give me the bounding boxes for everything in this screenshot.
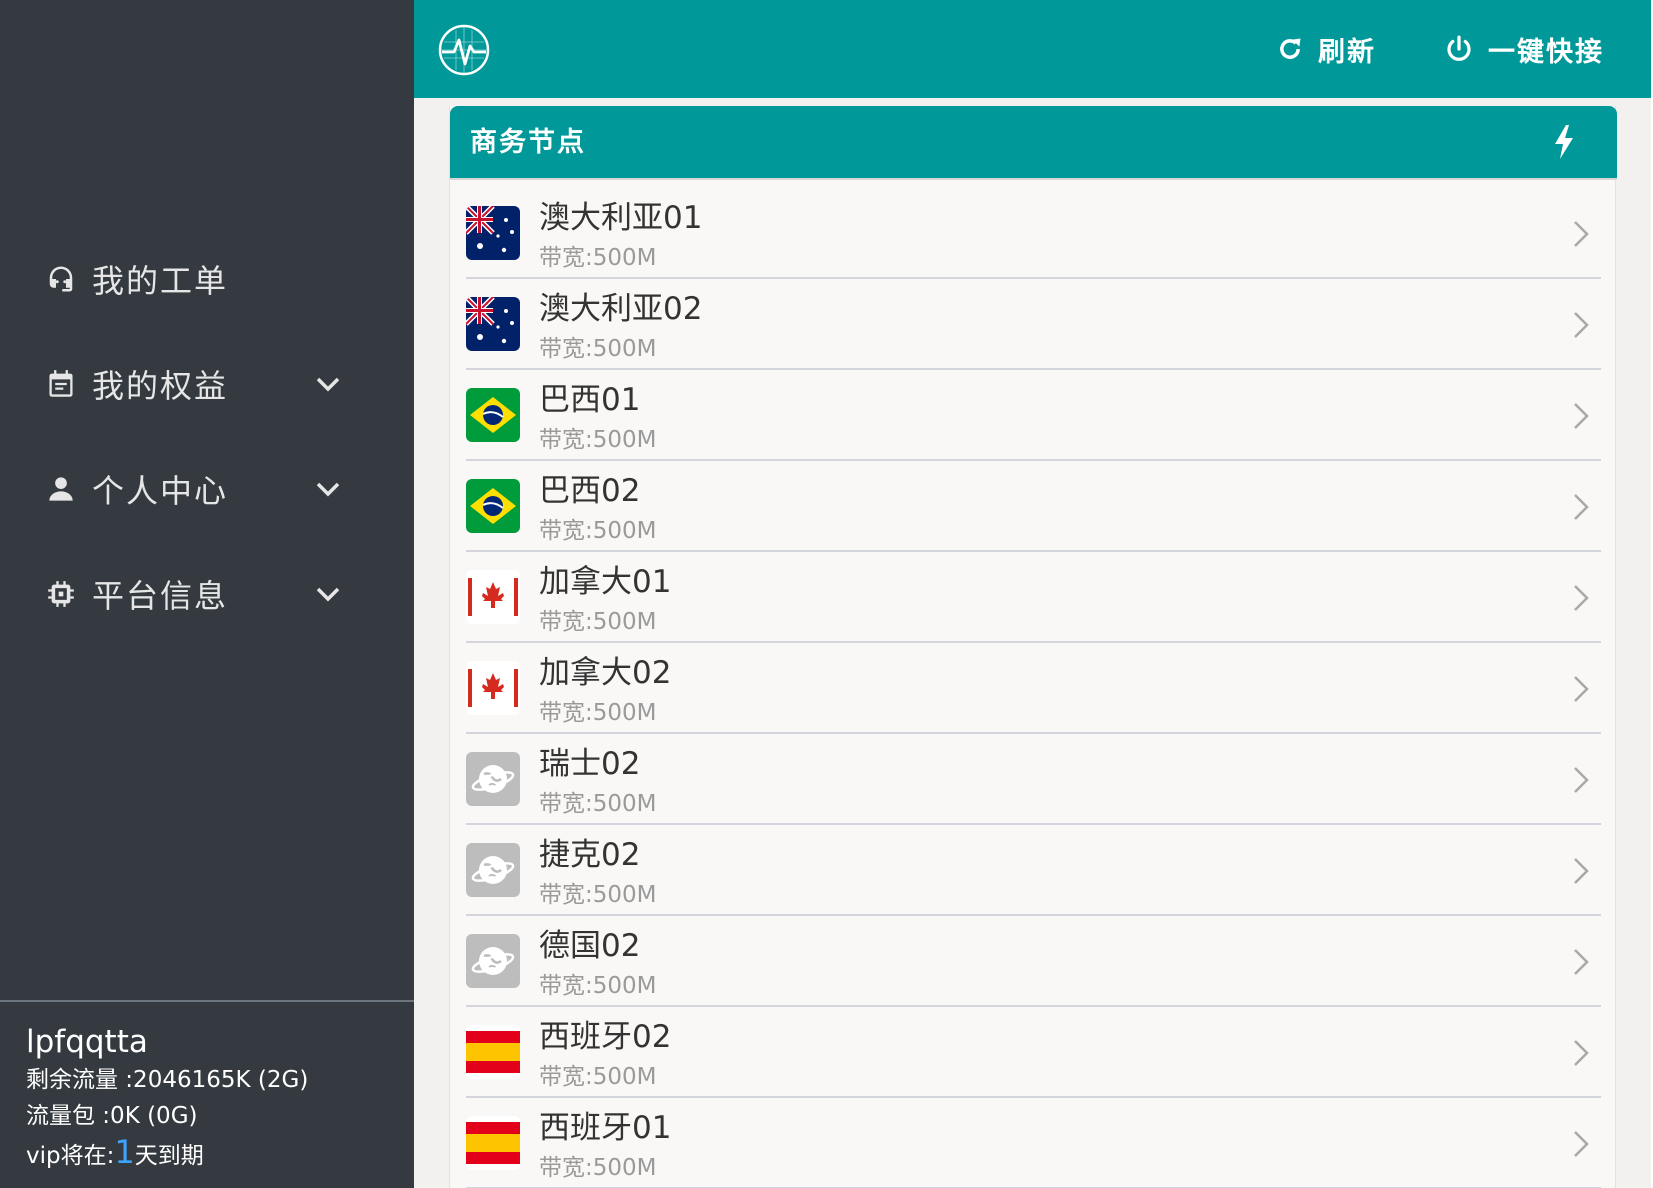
node-bandwidth: 带宽:500M bbox=[539, 609, 657, 635]
node-bandwidth: 带宽:500M bbox=[539, 973, 657, 999]
sidebar-item-benefits[interactable]: 我的权益 bbox=[0, 331, 414, 436]
list-item[interactable]: 加拿大02 带宽:500M bbox=[466, 643, 1601, 734]
lightning-icon[interactable] bbox=[1552, 124, 1576, 160]
node-name: 澳大利亚02 bbox=[539, 291, 703, 327]
sidebar-item-platform[interactable]: 平台信息 bbox=[0, 541, 414, 646]
refresh-button[interactable]: 刷新 bbox=[1276, 0, 1376, 98]
node-name: 瑞士02 bbox=[539, 746, 641, 782]
globe-placeholder-icon bbox=[466, 934, 520, 988]
list-item[interactable]: 澳大利亚02 带宽:500M bbox=[466, 279, 1601, 370]
chevron-right-icon bbox=[1574, 949, 1589, 975]
chevron-right-icon bbox=[1574, 1040, 1589, 1066]
chevron-right-icon bbox=[1574, 585, 1589, 611]
canada-flag-icon bbox=[466, 570, 520, 624]
node-name: 加拿大02 bbox=[539, 655, 672, 691]
list-item[interactable]: 巴西01 带宽:500M bbox=[466, 370, 1601, 461]
node-name: 巴西02 bbox=[539, 473, 641, 509]
sidebar-item-label: 我的工单 bbox=[92, 261, 229, 300]
node-bandwidth: 带宽:500M bbox=[539, 1064, 657, 1090]
australia-flag-icon bbox=[466, 206, 520, 260]
vip-expiry: vip将在:1天到期 bbox=[26, 1134, 308, 1174]
globe-placeholder-icon bbox=[466, 843, 520, 897]
refresh-icon bbox=[1280, 38, 1301, 59]
quick-connect-label: 一键快接 bbox=[1488, 36, 1604, 68]
pulse-logo-icon[interactable] bbox=[438, 24, 490, 76]
chevron-down-icon[interactable] bbox=[314, 477, 342, 501]
chevron-right-icon bbox=[1574, 403, 1589, 429]
top-header: 刷新 一键快接 bbox=[414, 0, 1653, 98]
traffic-package: 流量包 :0K (0G) bbox=[26, 1103, 198, 1129]
node-name: 加拿大01 bbox=[539, 564, 672, 600]
list-item[interactable]: 西班牙02 带宽:500M bbox=[466, 1007, 1601, 1098]
globe-placeholder-icon bbox=[466, 752, 520, 806]
node-name: 德国02 bbox=[539, 928, 641, 964]
node-name: 澳大利亚01 bbox=[539, 200, 703, 236]
sidebar-item-tickets[interactable]: 我的工单 bbox=[0, 226, 414, 331]
node-list: 澳大利亚01 带宽:500M 澳大利亚02 带宽:500M 巴西01 带宽:50… bbox=[466, 188, 1601, 1188]
refresh-label: 刷新 bbox=[1318, 36, 1376, 68]
panel-title: 商务节点 bbox=[470, 127, 586, 158]
spain-flag-icon bbox=[466, 1025, 520, 1079]
sidebar: 我的工单 我的权益 个人中心 平台信息 lpfqqtta 剩余流量 :20461… bbox=[0, 0, 414, 1188]
quick-connect-button[interactable]: 一键快接 bbox=[1444, 0, 1604, 98]
calendar-icon bbox=[46, 369, 76, 399]
list-item[interactable]: 澳大利亚01 带宽:500M bbox=[466, 188, 1601, 279]
vip-prefix: vip将在: bbox=[26, 1143, 115, 1169]
node-bandwidth: 带宽:500M bbox=[539, 1155, 657, 1181]
node-name: 西班牙02 bbox=[539, 1019, 672, 1055]
brazil-flag-icon bbox=[466, 479, 520, 533]
list-item[interactable]: 德国02 带宽:500M bbox=[466, 916, 1601, 1007]
list-item[interactable]: 加拿大01 带宽:500M bbox=[466, 552, 1601, 643]
person-icon bbox=[46, 474, 76, 504]
sidebar-divider bbox=[0, 1000, 414, 1002]
node-name: 巴西01 bbox=[539, 382, 641, 418]
node-name: 西班牙01 bbox=[539, 1110, 672, 1146]
chevron-right-icon bbox=[1574, 312, 1589, 338]
canada-flag-icon bbox=[466, 661, 520, 715]
chip-icon bbox=[46, 579, 76, 609]
chevron-right-icon bbox=[1574, 494, 1589, 520]
sidebar-item-profile[interactable]: 个人中心 bbox=[0, 436, 414, 541]
australia-flag-icon bbox=[466, 297, 520, 351]
sidebar-item-label: 个人中心 bbox=[92, 471, 229, 510]
panel-header: 商务节点 bbox=[450, 106, 1617, 180]
node-name: 捷克02 bbox=[539, 837, 641, 873]
list-item[interactable]: 西班牙01 带宽:500M bbox=[466, 1098, 1601, 1188]
node-bandwidth: 带宽:500M bbox=[539, 518, 657, 544]
user-info: lpfqqtta 剩余流量 :2046165K (2G) 流量包 :0K (0G… bbox=[26, 1022, 308, 1174]
node-bandwidth: 带宽:500M bbox=[539, 427, 657, 453]
chevron-right-icon bbox=[1574, 221, 1589, 247]
chevron-right-icon bbox=[1574, 858, 1589, 884]
spain-flag-icon bbox=[466, 1116, 520, 1170]
sidebar-item-label: 我的权益 bbox=[92, 366, 229, 405]
chevron-down-icon[interactable] bbox=[314, 372, 342, 396]
business-nodes-panel: 商务节点 澳大利亚01 带宽:500M 澳大利亚02 带宽:500M 巴西01 … bbox=[449, 106, 1617, 1188]
remaining-traffic: 剩余流量 :2046165K (2G) bbox=[26, 1067, 309, 1093]
node-bandwidth: 带宽:500M bbox=[539, 791, 657, 817]
sidebar-item-label: 平台信息 bbox=[92, 576, 229, 615]
node-bandwidth: 带宽:500M bbox=[539, 700, 657, 726]
vip-days: 1 bbox=[114, 1133, 135, 1171]
node-bandwidth: 带宽:500M bbox=[539, 245, 657, 271]
support-agent-icon bbox=[46, 264, 76, 294]
username: lpfqqtta bbox=[26, 1024, 148, 1060]
vip-suffix: 天到期 bbox=[134, 1143, 204, 1169]
chevron-right-icon bbox=[1574, 1131, 1589, 1157]
list-item[interactable]: 捷克02 带宽:500M bbox=[466, 825, 1601, 916]
node-bandwidth: 带宽:500M bbox=[539, 882, 657, 908]
chevron-down-icon[interactable] bbox=[314, 582, 342, 606]
list-item[interactable]: 巴西02 带宽:500M bbox=[466, 461, 1601, 552]
brazil-flag-icon bbox=[466, 388, 520, 442]
node-bandwidth: 带宽:500M bbox=[539, 336, 657, 362]
sidebar-nav: 我的工单 我的权益 个人中心 平台信息 bbox=[0, 226, 414, 646]
chevron-right-icon bbox=[1574, 676, 1589, 702]
power-icon bbox=[1447, 35, 1471, 61]
chevron-right-icon bbox=[1574, 767, 1589, 793]
list-item[interactable]: 瑞士02 带宽:500M bbox=[466, 734, 1601, 825]
